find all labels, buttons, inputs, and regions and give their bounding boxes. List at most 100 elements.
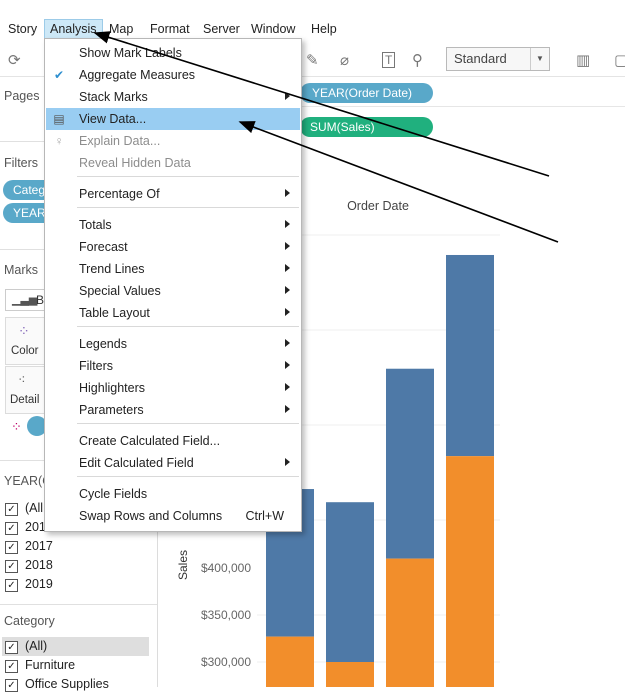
color-label: Color [11,345,39,357]
submenu-arrow-icon [285,286,290,294]
checkbox-year-2019[interactable]: ✓ [5,579,18,592]
menu-item-explain-data: ♀ Explain Data... [46,130,300,152]
year-2017-label: 2017 [25,539,53,553]
show-me-icon[interactable]: ▥ [576,51,590,69]
menu-separator [77,326,299,327]
chevron-down-icon: ▼ [530,48,549,70]
menu-item-parameters[interactable]: Parameters [46,399,300,421]
submenu-arrow-icon [285,405,290,413]
y-tick-label: $300,000 [201,655,251,669]
columns-pill-label: YEAR(Order Date) [312,86,413,100]
color-card[interactable]: ⁘ Color [5,317,45,365]
submenu-arrow-icon [285,339,290,347]
menu-item-highlighters[interactable]: Highlighters [46,377,300,399]
menu-item-create-calculated-field[interactable]: Create Calculated Field... [46,430,300,452]
menu-item-label: Percentage Of [79,187,160,201]
menu-item-label: View Data... [79,112,147,126]
pages-title: Pages [4,89,40,103]
lightbulb-icon: ♀ [54,134,64,148]
menu-item-forecast[interactable]: Forecast [46,236,300,258]
menu-item-cycle-fields[interactable]: Cycle Fields [46,483,300,505]
category-all-label: (All) [25,639,48,653]
checkbox-year-2018[interactable]: ✓ [5,560,18,573]
menu-item-edit-calculated-field[interactable]: Edit Calculated Field [46,452,300,474]
menu-story[interactable]: Story [3,21,42,37]
bar-segment-bottom[interactable] [386,558,434,687]
menu-separator [77,423,299,424]
menu-item-label: Cycle Fields [79,487,148,501]
checkbox-year-all[interactable]: ✓ [5,503,18,516]
submenu-arrow-icon [285,92,290,100]
menu-item-label: Edit Calculated Field [79,456,194,470]
submenu-arrow-icon [285,220,290,228]
menu-item-label: Table Layout [79,306,150,320]
bar-segment-bottom[interactable] [446,456,494,687]
menu-item-label: Legends [79,337,127,351]
checkbox-year-2016[interactable]: ✓ [5,522,18,535]
rows-pill[interactable]: SUM(Sales) [300,117,433,137]
menu-separator [77,207,299,208]
bar-segment-top[interactable] [326,502,374,662]
checkbox-year-2017[interactable]: ✓ [5,541,18,554]
bar-segment-top[interactable] [446,254,494,457]
menu-item-label: Create Calculated Field... [79,434,221,448]
menu-item-totals[interactable]: Totals [46,214,300,236]
menu-item-stack-marks[interactable]: Stack Marks [46,86,300,108]
bar-segment-bottom[interactable] [326,662,374,687]
menu-item-legends[interactable]: Legends [46,333,300,355]
bar-segment-bottom[interactable] [266,636,314,687]
menu-help[interactable]: Help [306,21,342,37]
year-2018-label: 2018 [25,558,53,572]
refresh-icon[interactable]: ⟳ [8,51,21,69]
menu-window[interactable]: Window [246,21,300,37]
office-supplies-label: Office Supplies [25,677,109,691]
submenu-arrow-icon [285,189,290,197]
menu-separator [77,176,299,177]
presentation-icon[interactable]: ▢ [614,51,625,69]
menu-item-label: Trend Lines [79,262,145,276]
menu-item-trend-lines[interactable]: Trend Lines [46,258,300,280]
year-2016-label: 201 [25,520,46,534]
bar-segment-top[interactable] [386,368,434,559]
table-icon: ▤ [53,112,65,126]
filter-pill-year-label: YEAR [13,206,46,220]
menu-item-label: Explain Data... [79,134,161,148]
chart-title: Order Date [347,199,409,213]
menu-item-show-mark-labels[interactable]: Show Mark Labels [46,42,300,64]
text-box-icon[interactable]: T [382,52,396,68]
submenu-arrow-icon [285,308,290,316]
menu-analysis[interactable]: Analysis [44,19,103,39]
menu-map[interactable]: Map [104,21,138,37]
menu-item-special-values[interactable]: Special Values [46,280,300,302]
menu-item-label: Parameters [79,403,144,417]
submenu-arrow-icon [285,458,290,466]
pen-icon[interactable]: ✎ [306,51,319,69]
detail-card[interactable]: ⁖ Detail [5,366,45,414]
submenu-arrow-icon [285,361,290,369]
year-all-label: (All [25,501,44,515]
paperclip-icon[interactable]: ⌀ [340,51,349,69]
view-mode-select[interactable]: Standard ▼ [446,47,550,71]
bar-chart-icon: ▁▃▅ [12,294,38,306]
checkbox-category-all[interactable]: ✓ [5,641,18,654]
menu-item-aggregate-measures[interactable]: ✔ Aggregate Measures [46,64,300,86]
menu-item-shortcut: Ctrl+W [245,509,284,523]
checkbox-furniture[interactable]: ✓ [5,660,18,673]
menu-server[interactable]: Server [198,21,245,37]
menu-item-table-layout[interactable]: Table Layout [46,302,300,324]
submenu-arrow-icon [285,242,290,250]
analysis-menu: Show Mark Labels ✔ Aggregate Measures Stack… [44,38,302,532]
columns-pill[interactable]: YEAR(Order Date) [300,83,433,103]
menu-item-percentage-of[interactable]: Percentage Of [46,183,300,205]
menu-item-swap-rows-and-columns[interactable]: Swap Rows and Columns Ctrl+W [46,505,300,527]
menu-item-label: Swap Rows and Columns [79,509,223,523]
menu-item-view-data[interactable]: ▤ View Data... [46,108,300,130]
y-axis-label: Sales [176,550,190,580]
menu-item-label: Reveal Hidden Data [79,156,191,170]
menu-item-filters[interactable]: Filters [46,355,300,377]
menu-item-label: Totals [79,218,112,232]
pin-icon[interactable]: ⚲ [412,51,423,69]
menu-format[interactable]: Format [145,21,195,37]
checkbox-office-supplies[interactable]: ✓ [5,679,18,692]
year-2019-label: 2019 [25,577,53,591]
